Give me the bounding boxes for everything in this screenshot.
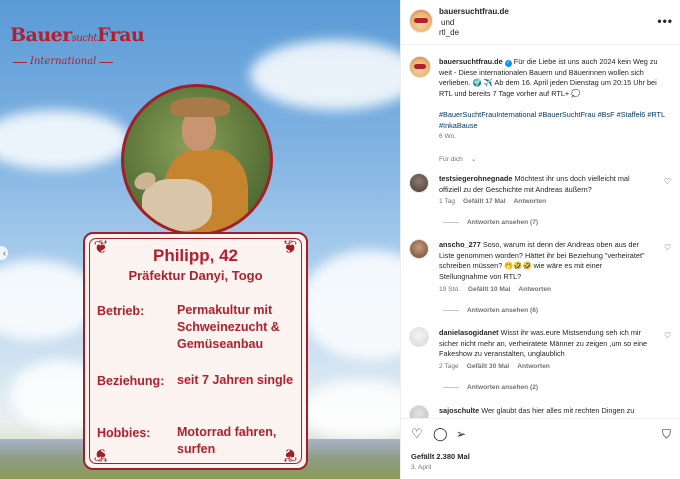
comment-text: testsiegerohnegnade Möchtest ihr uns doc… [439,174,651,195]
post-sidebar: bauersuchtfrau.de und rtl_de ••• bauersu… [400,0,680,479]
cloud [250,40,400,110]
post-date: 3. April [411,464,432,471]
header-account-2[interactable]: rtl_de [439,28,509,39]
card-value-beziehung: seit 7 Jahren single [177,373,294,387]
farmer-portrait [121,84,273,236]
likes-count[interactable]: Gefällt 2.380 Mal [411,452,470,461]
comment-time: 19 Std. [439,286,460,293]
comment-meta: 1 Tag Gefällt 17 Mal Antworten [439,198,554,205]
comment-time: 1 Tag [439,198,456,205]
comment-user[interactable]: testsiegerohnegnade [439,174,512,183]
portrait-hat [170,97,230,117]
caption-time: 6 Wo. [439,133,457,140]
ornament-icon: ❦ [93,444,109,465]
header-account-1[interactable]: bauersuchtfrau.de [439,7,509,16]
logo-word-bauer: Bauer [10,24,72,46]
heart-icon[interactable]: ♡ [664,243,671,252]
for-you-label: Für dich [439,156,463,163]
more-icon[interactable]: ••• [657,14,673,28]
comment-time: 2 Tage [439,363,459,370]
comment-likes[interactable]: Gefällt 10 Mal [468,286,511,293]
post-header: bauersuchtfrau.de und rtl_de ••• [401,0,680,45]
header-and: und [441,17,455,27]
comment-user[interactable]: sajoschulte [439,406,479,415]
comment-meta: 19 Std. Gefällt 10 Mal Antworten [439,286,559,293]
portrait-goat [142,179,212,231]
avatar[interactable] [409,405,429,418]
cloud [300,250,400,360]
card-label-hobbies: Hobbies: [97,426,151,440]
logo-word-frau: Frau [96,24,145,46]
caption-hashtags[interactable]: #BauerSuchtFrauInternational #BauerSucht… [439,110,667,131]
caption: bauersuchtfrau.de ✓ Für die Liebe ist un… [439,57,667,99]
profile-card: ❦ ❦ ❦ ❦ Philipp, 42 Präfektur Danyi, Tog… [83,232,308,470]
caption-user[interactable]: bauersuchtfrau.de [439,57,503,66]
card-label-beziehung: Beziehung: [97,374,165,388]
comment-likes[interactable]: Gefällt 17 Mal [463,198,506,205]
logo-subtitle: International [12,56,114,67]
reply-button[interactable]: Antworten [518,286,551,293]
avatar[interactable] [409,173,429,193]
chevron-down-icon: ⌄ [470,155,477,163]
card-value-hobbies: Motorrad fahren, surfen [177,425,277,456]
post-actions: ♡ ◯ ➢ ⛉ Gefällt 2.380 Mal 3. April [401,418,680,479]
card-place: Präfektur Danyi, Togo [128,268,263,283]
heart-icon[interactable]: ♡ [664,177,671,186]
comment-likes[interactable]: Gefällt 30 Mal [467,363,510,370]
view-replies-button[interactable]: Antworten ansehen (7) [443,219,538,226]
show-logo: BauersuchtFrau International [10,24,145,76]
avatar[interactable] [409,56,431,78]
comment-body: Wer glaubt das hier alles mit rechten Di… [481,406,635,415]
comment-text: anscho_277 Soso, warum ist denn der Andr… [439,240,651,282]
avatar[interactable] [409,327,429,347]
comments-scroll[interactable]: bauersuchtfrau.de ✓ Für die Liebe ist un… [401,46,680,418]
reply-button[interactable]: Antworten [517,363,550,370]
header-accounts: bauersuchtfrau.de und rtl_de [439,7,509,39]
post-image[interactable]: BauersuchtFrau International ❦ ❦ ❦ ❦ Phi… [0,0,400,479]
share-icon[interactable]: ➢ [456,427,466,441]
comment-user[interactable]: danielasogidanet [439,328,499,337]
view-replies-button[interactable]: Antworten ansehen (6) [443,307,538,314]
cloud [0,110,130,170]
verified-icon: ✓ [504,60,512,67]
view-replies-button[interactable]: Antworten ansehen (2) [443,384,538,391]
comment-text: sajoschulte Wer glaubt das hier alles mi… [439,406,651,417]
comment-meta: 2 Tage Gefällt 30 Mal Antworten [439,363,558,370]
previous-arrow-icon[interactable]: ‹ [0,246,8,260]
card-name: Philipp, 42 [152,246,239,265]
cloud [300,380,400,440]
card-value-betrieb: Permakultur mit Schweinezucht & Gemüsean… [177,303,280,351]
bookmark-icon[interactable]: ⛉ [662,427,671,442]
for-you-filter[interactable]: Für dich ⌄ [439,155,484,163]
logo-word-sucht: sucht [71,33,98,44]
comment-text: danielasogidanet Wisst ihr was.eure Mist… [439,328,651,360]
comment-icon[interactable]: ◯ [433,427,448,442]
like-heart-icon[interactable]: ♡ [411,427,423,442]
heart-icon[interactable]: ♡ [664,331,671,340]
reply-button[interactable]: Antworten [514,198,547,205]
avatar[interactable] [409,239,429,259]
avatar[interactable] [409,9,433,33]
comment-user[interactable]: anscho_277 [439,240,481,249]
card-label-betrieb: Betrieb: [97,304,145,318]
